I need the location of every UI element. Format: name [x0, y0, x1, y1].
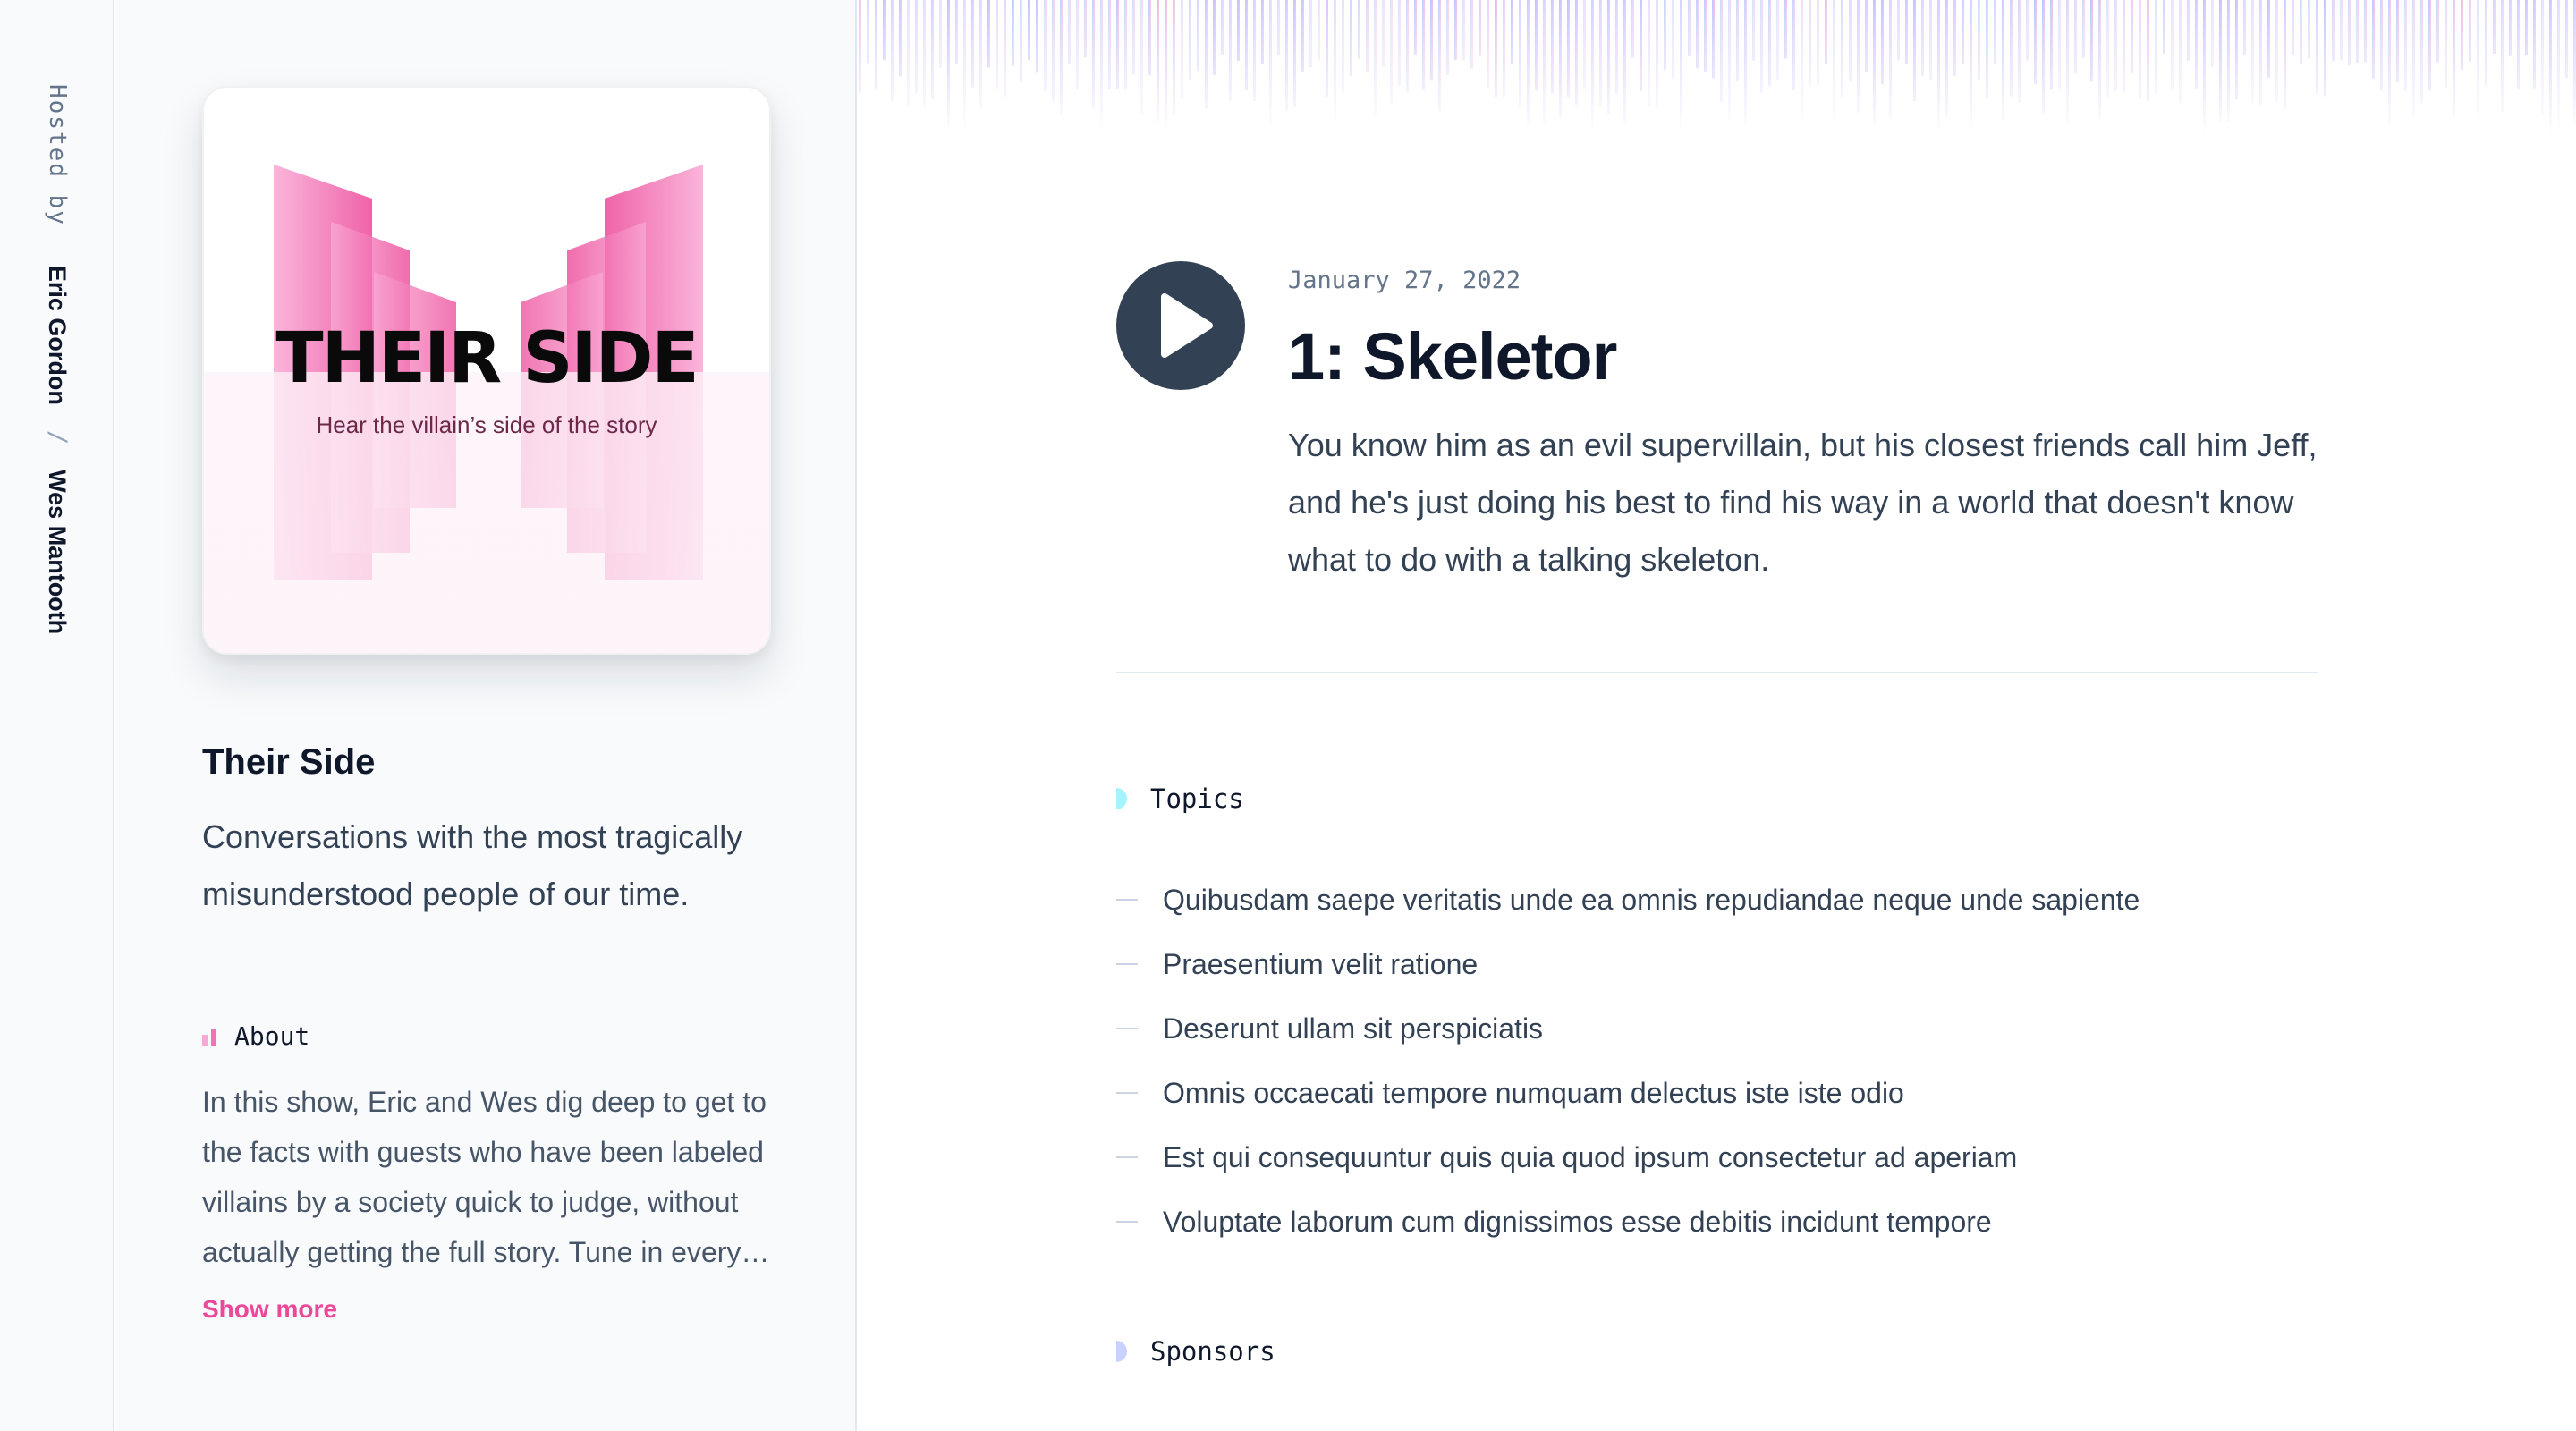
waveform-decoration [859, 0, 2576, 134]
episode-date: January 27, 2022 [1288, 267, 1521, 294]
podcast-sidebar: THEIR SIDE Hear the villain’s side of th… [116, 0, 857, 1431]
dash-icon [1116, 1092, 1138, 1094]
episode-description: You know him as an evil supervillain, bu… [1288, 427, 2318, 578]
sponsors-heading-label: Sponsors [1150, 1336, 1275, 1367]
topics-heading: Topics [1116, 783, 1244, 814]
topics-marker-icon [1116, 788, 1127, 809]
topic-text: Est qui consequuntur quis quia quod ipsu… [1163, 1140, 2018, 1173]
topic-text: Voluptate laborum cum dignissimos esse d… [1163, 1205, 1992, 1238]
episode-title: 1: Skeletor [1288, 319, 1617, 394]
list-item: Omnis occaecati tempore numquam delectus… [1116, 1061, 2140, 1125]
sponsors-heading: Sponsors [1116, 1336, 1275, 1367]
topics-list: Quibusdam saepe veritatis unde ea omnis … [1116, 868, 2140, 1254]
play-icon [1161, 293, 1213, 358]
cover-title: THEIR SIDE [275, 318, 699, 399]
dash-icon [1116, 899, 1138, 901]
dash-icon [1116, 1028, 1138, 1029]
list-item: Deserunt ullam sit perspiciatis [1116, 996, 2140, 1061]
podcast-title: Their Side [202, 742, 376, 782]
podcast-cover-art[interactable]: THEIR SIDE Hear the villain’s side of th… [202, 86, 771, 655]
topic-text: Quibusdam saepe veritatis unde ea omnis … [1163, 883, 2140, 916]
divider [1116, 672, 2318, 673]
dash-icon [1116, 1221, 1138, 1223]
dash-icon [1116, 963, 1138, 965]
host-eric-gordon: Eric Gordon [44, 265, 71, 405]
bars-icon [202, 1028, 216, 1046]
cover-subtitle: Hear the villain’s side of the story [316, 411, 657, 438]
about-text: In this show, Eric and Wes dig deep to g… [202, 1086, 770, 1268]
host-separator: / [44, 429, 72, 445]
episode-main: January 27, 2022 1: Skeletor You know hi… [859, 0, 2576, 1431]
hosted-by-label: Hosted by [44, 84, 71, 226]
play-button[interactable] [1116, 261, 1245, 390]
list-item: Voluptate laborum cum dignissimos esse d… [1116, 1190, 2140, 1254]
sponsors-marker-icon [1116, 1341, 1127, 1362]
topic-text: Deserunt ullam sit perspiciatis [1163, 1012, 1544, 1045]
about-heading-label: About [234, 1021, 310, 1051]
dash-icon [1116, 1156, 1138, 1158]
host-wes-mantooth: Wes Mantooth [44, 470, 71, 635]
list-item: Est qui consequuntur quis quia quod ipsu… [1116, 1125, 2140, 1190]
podcast-description: Conversations with the most tragically m… [202, 818, 743, 912]
topics-heading-label: Topics [1150, 783, 1244, 814]
topic-text: Praesentium velit ratione [1163, 947, 1479, 980]
list-item: Quibusdam saepe veritatis unde ea omnis … [1116, 868, 2140, 932]
hosts-line: Hosted by Eric Gordon / Wes Mantooth [43, 84, 72, 634]
list-item: Praesentium velit ratione [1116, 932, 2140, 996]
show-more-link[interactable]: Show more [202, 1295, 337, 1324]
topic-text: Omnis occaecati tempore numquam delectus… [1163, 1076, 1904, 1109]
about-heading: About [202, 1021, 309, 1051]
hosts-rail: Hosted by Eric Gordon / Wes Mantooth [0, 0, 114, 1431]
